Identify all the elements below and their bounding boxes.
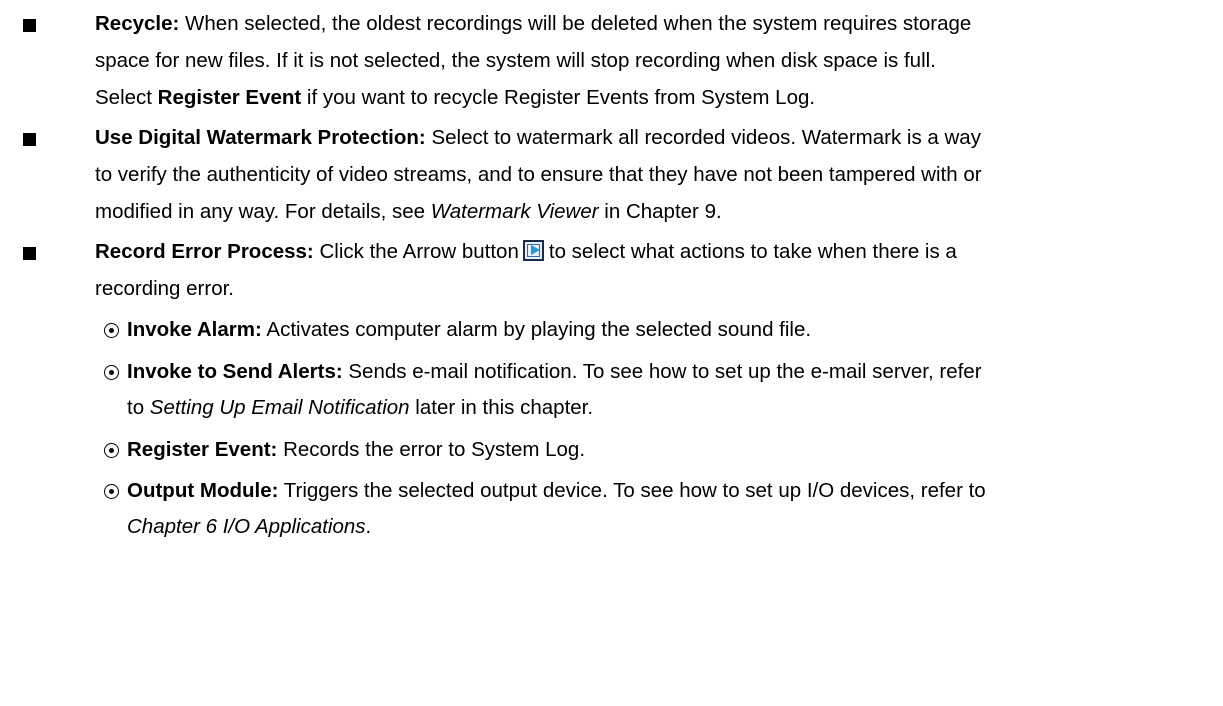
- term-invoke-send-alerts: Invoke to Send Alerts:: [127, 360, 343, 383]
- send-alerts-desc-1: Sends e-mail notification. To see how to…: [348, 360, 982, 383]
- recycle-desc-1: When selected, the oldest recordings wil…: [185, 12, 972, 35]
- ref-email-notification: Setting Up Email Notification: [149, 396, 410, 419]
- watermark-line-3: modified in any way. For details, see Wa…: [95, 200, 722, 224]
- record-error-line-1: Record Error Process: Click the Arrow bu…: [95, 240, 957, 264]
- output-module-line-1: Output Module: Triggers the selected out…: [127, 479, 986, 503]
- recycle-line-2: space for new files. If it is not select…: [95, 49, 936, 73]
- send-alerts-line-2: to Setting Up Email Notification later i…: [127, 396, 593, 420]
- recycle-line-3: Select Register Event if you want to rec…: [95, 86, 815, 110]
- watermark-desc-2: to verify the authenticity of video stre…: [95, 163, 982, 186]
- term-output-module: Output Module:: [127, 479, 279, 502]
- term-recycle: Recycle:: [95, 12, 180, 35]
- record-error-line-2: recording error.: [95, 277, 234, 301]
- term-register-event-sub: Register Event:: [127, 438, 278, 461]
- watermark-desc-3a: modified in any way. For details, see: [95, 200, 431, 223]
- register-event-desc: Records the error to System Log.: [283, 438, 586, 461]
- recycle-desc-2: space for new files. If it is not select…: [95, 49, 936, 72]
- watermark-line-1: Use Digital Watermark Protection: Select…: [95, 126, 981, 150]
- output-module-desc-2b: .: [365, 515, 372, 538]
- ref-chapter-6: Chapter 6 I/O Applications: [127, 515, 366, 538]
- record-error-desc-1b: to select what actions to take when ther…: [548, 240, 957, 263]
- term-watermark: Use Digital Watermark Protection:: [95, 126, 426, 149]
- send-alerts-desc-2c: later in this chapter.: [409, 396, 594, 419]
- term-record-error-process: Record Error Process:: [95, 240, 314, 263]
- recycle-desc-3a: Select: [95, 86, 158, 109]
- ref-watermark-viewer: Watermark Viewer: [430, 200, 599, 223]
- arrow-button-icon[interactable]: [522, 240, 544, 261]
- circle-bullet-icon: [104, 443, 119, 458]
- record-error-desc-2: recording error.: [95, 277, 235, 300]
- term-invoke-alarm: Invoke Alarm:: [127, 318, 262, 341]
- circle-bullet-icon: [104, 365, 119, 380]
- square-bullet-icon: [23, 19, 36, 32]
- send-alerts-line-1: Invoke to Send Alerts: Sends e-mail noti…: [127, 360, 982, 384]
- output-module-line-2: Chapter 6 I/O Applications.: [127, 515, 371, 539]
- watermark-line-2: to verify the authenticity of video stre…: [95, 163, 982, 187]
- circle-bullet-icon: [104, 323, 119, 338]
- register-event-line-1: Register Event: Records the error to Sys…: [127, 438, 585, 462]
- record-error-desc-1a: Click the Arrow button: [319, 240, 519, 263]
- watermark-desc-1: Select to watermark all recorded videos.…: [431, 126, 981, 149]
- send-alerts-desc-2a: to: [127, 396, 150, 419]
- watermark-desc-3c: in Chapter 9.: [598, 200, 722, 223]
- term-register-event: Register Event: [157, 86, 302, 109]
- square-bullet-icon: [23, 247, 36, 260]
- recycle-line-1: Recycle: When selected, the oldest recor…: [95, 12, 971, 36]
- circle-bullet-icon: [104, 484, 119, 499]
- output-module-desc-1: Triggers the selected output device. To …: [283, 479, 986, 502]
- recycle-desc-3c: if you want to recycle Register Events f…: [301, 86, 816, 109]
- invoke-alarm-desc: Activates computer alarm by playing the …: [266, 318, 812, 341]
- square-bullet-icon: [23, 133, 36, 146]
- invoke-alarm-line-1: Invoke Alarm: Activates computer alarm b…: [127, 318, 811, 342]
